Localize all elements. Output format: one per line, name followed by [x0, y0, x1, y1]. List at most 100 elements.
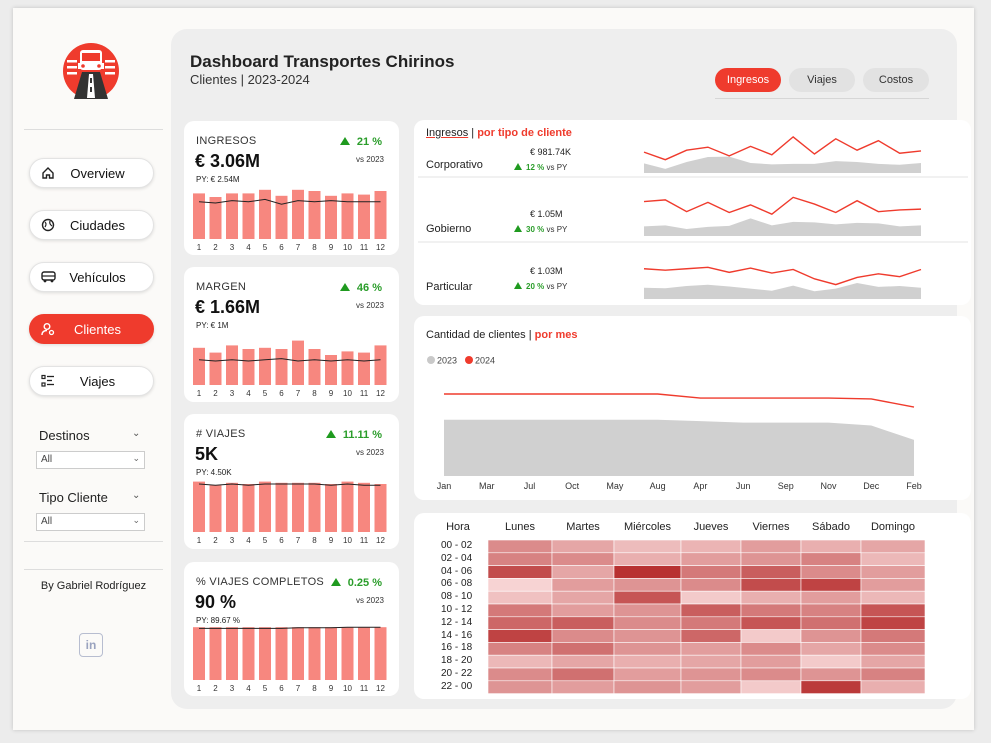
- segment-name: Gobierno: [426, 223, 472, 235]
- heatmap-hour-label: 14 - 16: [441, 629, 473, 641]
- linkedin-icon[interactable]: in: [79, 633, 103, 657]
- nav-label: Vehículos: [69, 269, 126, 285]
- bus-icon: [40, 269, 56, 285]
- heatmap-hour-label: 16 - 18: [441, 642, 473, 654]
- chevron-down-icon: ⌄: [132, 515, 140, 525]
- kpi-value: € 3.06M: [195, 151, 261, 171]
- segments-title-accent: por tipo de cliente: [477, 127, 572, 139]
- kpi-change-value: 11.11 %: [342, 429, 382, 441]
- up-triangle-icon: [330, 578, 341, 586]
- up-triangle-icon: [339, 137, 350, 145]
- kpi-change: 21 %: [339, 136, 382, 148]
- kpi-title: INGRESOS: [196, 135, 257, 147]
- filter-value: All: [41, 516, 53, 527]
- sidebar-divider: [24, 129, 163, 130]
- heatmap-hour-label: 10 - 12: [441, 604, 473, 615]
- kpi-previous-year: PY: € 2.54M: [196, 175, 240, 184]
- kpi-previous-year: PY: € 1M: [196, 321, 229, 330]
- chevron-down-icon[interactable]: ⌄: [132, 428, 140, 439]
- segment-name: Corporativo: [426, 159, 483, 171]
- filter-value: All: [41, 454, 53, 465]
- home-icon: [40, 165, 56, 181]
- kpi-value: € 1.66M: [195, 297, 261, 317]
- kpi-title: MARGEN: [196, 281, 247, 293]
- chevron-down-icon[interactable]: ⌄: [132, 490, 140, 501]
- kpi-change-value: 21 %: [356, 136, 382, 148]
- page-subtitle: Clientes | 2023-2024: [190, 72, 310, 87]
- kpi-previous-year: PY: 4.50K: [196, 468, 232, 477]
- kpi-change-value: 0.25 %: [347, 577, 382, 589]
- kpi-vs-label: vs 2023: [355, 155, 384, 164]
- heatmap-hour-label: 00 - 02: [441, 540, 473, 551]
- heatmap-day-header: Jueves: [693, 521, 729, 533]
- heatmap-hour-label: 18 - 20: [441, 655, 473, 667]
- kpi-change: 0.25 %: [330, 577, 382, 589]
- tabs-underline: [715, 98, 929, 99]
- clients-chart-card: [414, 316, 971, 500]
- heatmap-hour-label: 06 - 08: [441, 578, 473, 590]
- heatmap-day-header: Viernes: [752, 521, 790, 533]
- filter-tipo-cliente-select[interactable]: All ⌄: [36, 513, 145, 531]
- clients-title-accent: por mes: [534, 329, 578, 341]
- heatmap-hour-label: 22 - 00: [441, 680, 473, 692]
- segment-value: € 981.74K: [530, 147, 572, 157]
- kpi-vs-label: vs 2023: [355, 448, 384, 457]
- sidebar-divider: [24, 541, 163, 542]
- heatmap-day-header: Domingo: [870, 521, 916, 533]
- user-gear-icon: [40, 321, 56, 337]
- up-triangle-icon: [339, 283, 350, 291]
- segments-title-main: Ingresos: [426, 127, 469, 139]
- nav-viajes[interactable]: Viajes: [29, 366, 154, 396]
- segment-vs-label: vs PY: [546, 282, 568, 291]
- heatmap-day-header: Lunes: [505, 521, 535, 533]
- kpi-title: % VIAJES COMPLETOS: [196, 576, 325, 588]
- filter-destinos-label: Destinos: [39, 428, 90, 443]
- nav-overview[interactable]: Overview: [29, 158, 154, 188]
- heatmap-card: [414, 513, 971, 699]
- chevron-down-icon: ⌄: [132, 453, 140, 463]
- heatmap-day-header: Miércoles: [623, 521, 672, 533]
- segment-change-value: 12 %: [526, 163, 545, 172]
- segment-change: 20 % vs PY: [514, 282, 567, 291]
- segments-card: [414, 120, 971, 305]
- kpi-title: # VIAJES: [196, 428, 246, 440]
- kpi-previous-year: PY: 89.67 %: [196, 616, 241, 625]
- segment-change-value: 20 %: [526, 282, 545, 291]
- tab-costos[interactable]: Costos: [863, 68, 929, 92]
- kpi-value: 5K: [195, 444, 219, 464]
- up-triangle-icon: [325, 430, 336, 438]
- sidebar-divider: [24, 569, 163, 570]
- list-icon: [40, 373, 56, 389]
- heatmap-hour-label: 04 - 06: [441, 565, 473, 577]
- nav-clientes[interactable]: Clientes: [29, 314, 154, 344]
- segment-value: € 1.03M: [530, 266, 563, 276]
- heatmap-corner-label: Hora: [446, 521, 470, 533]
- company-logo: [62, 42, 120, 100]
- filter-tipo-cliente-label: Tipo Cliente: [39, 490, 108, 505]
- nav-label: Overview: [70, 165, 125, 181]
- segment-change: 30 % vs PY: [514, 225, 567, 234]
- heatmap-day-header: Sábado: [812, 521, 850, 533]
- heatmap-hour-label: 12 - 14: [441, 616, 473, 628]
- tab-viajes[interactable]: Viajes: [789, 68, 855, 92]
- nav-vehiculos[interactable]: Vehículos: [29, 262, 154, 292]
- up-triangle-icon: [514, 163, 522, 170]
- heatmap-day-header: Martes: [566, 521, 600, 533]
- filter-destinos-select[interactable]: All ⌄: [36, 451, 145, 469]
- nav-label: Clientes: [74, 321, 121, 337]
- up-triangle-icon: [514, 282, 522, 289]
- clients-chart-title: Cantidad de clientes | por mes: [426, 329, 578, 341]
- nav-label: Viajes: [79, 373, 116, 389]
- heatmap-hour-label: 20 - 22: [441, 668, 473, 679]
- nav-ciudades[interactable]: Ciudades: [29, 210, 154, 240]
- segment-value: € 1.05M: [530, 209, 563, 219]
- up-triangle-icon: [514, 225, 522, 232]
- author-credit: By Gabriel Rodríguez: [40, 580, 147, 592]
- tab-ingresos[interactable]: Ingresos: [715, 68, 781, 92]
- nav-label: Ciudades: [70, 217, 125, 233]
- kpi-change: 46 %: [339, 282, 382, 294]
- segment-change: 12 % vs PY: [514, 163, 567, 172]
- kpi-value: 90 %: [195, 592, 237, 612]
- segment-change-value: 30 %: [526, 225, 545, 234]
- heatmap-hour-label: 08 - 10: [441, 591, 473, 603]
